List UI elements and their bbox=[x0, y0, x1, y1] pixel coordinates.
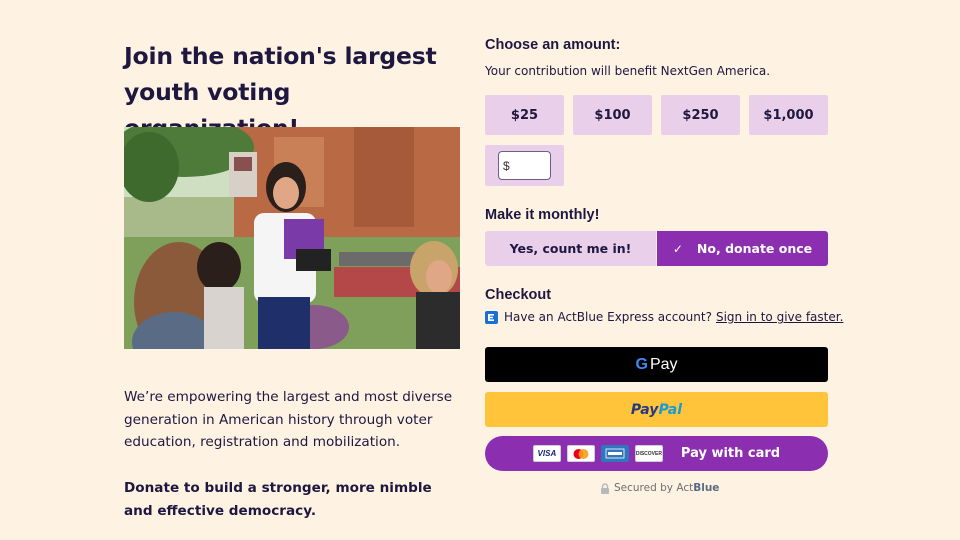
paypal-logo-part1: Pay bbox=[630, 401, 659, 418]
google-g-icon: G bbox=[635, 355, 648, 373]
custom-amount-input[interactable] bbox=[513, 156, 547, 176]
donate-cta-text: Donate to build a stronger, more nimble … bbox=[124, 480, 432, 519]
amount-section-title: Choose an amount: bbox=[485, 37, 621, 53]
secured-brand-text: Blue bbox=[693, 482, 720, 494]
secured-prefix-text: Secured by Act bbox=[614, 482, 694, 494]
card-logos: VISA DISCOVER bbox=[532, 445, 663, 462]
paypal-logo-part2: Pal bbox=[658, 401, 683, 418]
express-prompt-text: Have an ActBlue Express account? bbox=[504, 310, 712, 324]
discover-icon: DISCOVER bbox=[634, 445, 663, 462]
express-signin-link[interactable]: Sign in to give faster. bbox=[716, 310, 843, 324]
monthly-no-button[interactable]: ✓ No, donate once bbox=[657, 231, 828, 266]
custom-amount-field[interactable]: $ bbox=[498, 151, 551, 180]
checkout-section-title: Checkout bbox=[485, 287, 552, 303]
paypal-button[interactable]: Pay Pal bbox=[485, 392, 828, 427]
express-signin-row: Have an ActBlue Express account? Sign in… bbox=[485, 310, 843, 324]
monthly-section-title: Make it monthly! bbox=[485, 207, 600, 223]
pay-with-card-button[interactable]: VISA DISCOVER Pay with card bbox=[485, 436, 828, 471]
dollar-prefix: $ bbox=[503, 159, 510, 173]
pay-with-card-label: Pay with card bbox=[680, 446, 781, 461]
amount-option-100[interactable]: $100 bbox=[573, 95, 652, 135]
custom-amount-option: $ bbox=[485, 145, 564, 186]
monthly-yes-button[interactable]: Yes, count me in! bbox=[485, 231, 656, 266]
amount-option-1000[interactable]: $1,000 bbox=[749, 95, 828, 135]
org-description: We’re empowering the largest and most di… bbox=[124, 389, 453, 450]
lock-icon bbox=[600, 482, 610, 494]
actblue-express-icon bbox=[485, 310, 498, 324]
google-pay-label: Pay bbox=[649, 355, 678, 373]
amount-option-25[interactable]: $25 bbox=[485, 95, 564, 135]
amex-icon bbox=[600, 445, 629, 462]
volunteer-photo bbox=[124, 127, 460, 349]
google-pay-button[interactable]: G Pay bbox=[485, 347, 828, 382]
monthly-no-label: No, donate once bbox=[696, 241, 813, 256]
mastercard-icon bbox=[566, 445, 595, 462]
checkmark-icon: ✓ bbox=[672, 241, 683, 256]
secured-by-footer: Secured by Act Blue bbox=[600, 482, 719, 494]
visa-icon: VISA bbox=[532, 445, 561, 462]
amount-option-250[interactable]: $250 bbox=[661, 95, 740, 135]
amount-beneficiary-text: Your contribution will benefit NextGen A… bbox=[485, 64, 771, 78]
monthly-yes-label: Yes, count me in! bbox=[509, 241, 632, 256]
